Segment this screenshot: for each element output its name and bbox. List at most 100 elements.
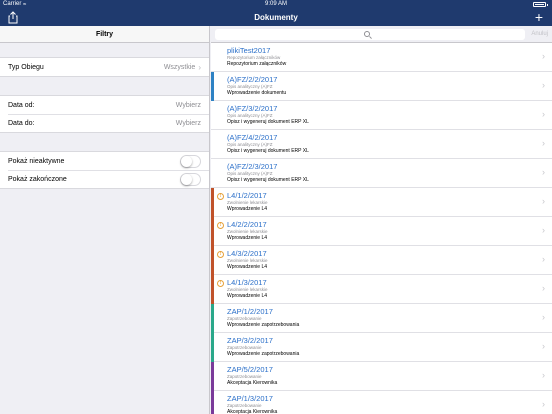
status-color-bar [211, 130, 214, 159]
document-code: L4/1/3/2017 [227, 278, 267, 287]
date-from-value[interactable]: Wybierz [176, 102, 201, 109]
chevron-right-icon: › [542, 370, 545, 380]
cancel-search-button[interactable]: Anuluj [531, 29, 548, 40]
documents-panel: Anuluj plikiTest2017 Repozytorium załączn… [211, 26, 552, 414]
document-list-item[interactable]: (A)FZ/4/2/2017 Opis analityczny (A)FZ Opis… [211, 130, 552, 159]
status-color-bar [211, 246, 214, 275]
show-completed-label: Pokaż zakończone [8, 175, 67, 183]
document-step: Wprowadzenie L4 [227, 293, 268, 299]
warning-icon: ! [217, 251, 224, 258]
document-step: Wprowadzenie L4 [227, 206, 268, 212]
search-icon [364, 31, 370, 37]
filters-header: Filtry [0, 26, 209, 43]
show-inactive-row: Pokaż nieaktywne [0, 152, 209, 170]
document-code: ZAP/5/2/2017 [227, 365, 273, 374]
chevron-right-icon: › [542, 254, 545, 264]
toggles-group: Pokaż nieaktywne Pokaż zakończone [0, 151, 209, 189]
status-bar: Carrier ≈ 9:09 AM [0, 0, 552, 9]
chevron-right-icon: › [542, 196, 545, 206]
document-list-item[interactable]: ZAP/3/2/2017 Zapotrzebowanie Wprowadzenie … [211, 333, 552, 362]
document-list-item[interactable]: ! L4/1/3/2017 Zwolnienie lekarskie Wprowadz… [211, 275, 552, 304]
chevron-right-icon: › [542, 225, 545, 235]
document-code: (A)FZ/3/2/2017 [227, 104, 278, 113]
show-completed-toggle[interactable] [180, 172, 201, 186]
document-step: Wprowadzenie zapotrzebowania [227, 322, 300, 328]
document-code: L4/1/2/2017 [227, 191, 267, 200]
status-color-bar [211, 391, 214, 414]
document-list-item[interactable]: ZAP/1/3/2017 Zapotrzebowanie Akceptacja Ki… [211, 391, 552, 414]
date-to-value[interactable]: Wybierz [176, 120, 201, 127]
document-code: L4/3/2/2017 [227, 249, 267, 258]
page-title: Dokumenty [254, 13, 298, 22]
document-list-item[interactable]: ! L4/1/2/2017 Zwolnienie lekarskie Wprowadz… [211, 188, 552, 217]
document-list-item[interactable]: (A)FZ/2/3/2017 Opis analityczny (A)FZ Opis… [211, 159, 552, 188]
flow-type-value: Wszystkie [163, 63, 196, 71]
document-code: ZAP/1/2/2017 [227, 307, 273, 316]
document-step: Wprowadzenie L4 [227, 235, 268, 241]
document-code: plikiTest2017 [227, 46, 271, 55]
chevron-right-icon: › [542, 399, 545, 409]
document-step: Wprowadzenie dokumentu [227, 90, 287, 96]
document-list-item[interactable]: plikiTest2017 Repozytorium załączników Rep… [211, 43, 552, 72]
document-code: ZAP/1/3/2017 [227, 394, 273, 403]
show-completed-row: Pokaż zakończone [0, 170, 209, 188]
status-color-bar [211, 362, 214, 391]
chevron-right-icon: › [542, 109, 545, 119]
status-color-bar [211, 101, 214, 130]
chevron-right-icon: › [542, 51, 545, 61]
document-step: Opisz i wygeneruj dokument ERP XL [227, 119, 309, 125]
date-to-label: Data do: [8, 119, 35, 127]
warning-icon: ! [217, 280, 224, 287]
filters-panel: Filtry Typ Obiegu Wszystkie › Data od: W… [0, 26, 210, 414]
navigation-bar: Carrier ≈ 9:09 AM Dokumenty + [0, 0, 552, 26]
flow-type-row[interactable]: Typ Obiegu Wszystkie › [0, 58, 209, 76]
chevron-right-icon: › [542, 80, 545, 90]
chevron-right-icon: › [542, 138, 545, 148]
chevron-right-icon: › [198, 62, 201, 72]
status-color-bar [211, 217, 214, 246]
show-inactive-toggle[interactable] [180, 154, 201, 168]
chevron-right-icon: › [542, 341, 545, 351]
battery-icon [533, 2, 548, 7]
date-to-row[interactable]: Data do: Wybierz [0, 114, 209, 132]
document-list-item[interactable]: ZAP/5/2/2017 Zapotrzebowanie Akceptacja Ki… [211, 362, 552, 391]
document-step: Repozytorium załączników [227, 61, 287, 67]
document-step: Akceptacja Kierownika [227, 380, 278, 386]
document-step: Wprowadzenie zapotrzebowania [227, 351, 300, 357]
document-list-item[interactable]: ZAP/1/2/2017 Zapotrzebowanie Wprowadzenie … [211, 304, 552, 333]
document-code: ZAP/3/2/2017 [227, 336, 273, 345]
flow-type-label: Typ Obiegu [8, 63, 44, 71]
document-code: (A)FZ/4/2/2017 [227, 133, 278, 142]
document-step: Opisz i wygeneruj dokument ERP XL [227, 148, 309, 154]
status-color-bar [211, 43, 214, 72]
document-list-item[interactable]: ! L4/3/2/2017 Zwolnienie lekarskie Wprowadz… [211, 246, 552, 275]
status-color-bar [211, 159, 214, 188]
document-list-item[interactable]: (A)FZ/2/2/2017 Opis analityczny (A)FZ Wpro… [211, 72, 552, 101]
show-inactive-label: Pokaż nieaktywne [8, 157, 65, 165]
document-list-item[interactable]: (A)FZ/3/2/2017 Opis analityczny (A)FZ Opis… [211, 101, 552, 130]
chevron-right-icon: › [542, 283, 545, 293]
search-bar: Anuluj [211, 26, 552, 43]
date-from-row[interactable]: Data od: Wybierz [0, 96, 209, 114]
document-step: Wprowadzenie L4 [227, 264, 268, 270]
status-color-bar [211, 188, 214, 217]
flow-type-group: Typ Obiegu Wszystkie › [0, 57, 209, 77]
add-document-button[interactable]: + [532, 9, 546, 26]
warning-icon: ! [217, 222, 224, 229]
chevron-right-icon: › [542, 312, 545, 322]
status-color-bar [211, 333, 214, 362]
document-code: L4/2/2/2017 [227, 220, 267, 229]
document-step: Akceptacja Kierownika [227, 409, 278, 414]
date-from-label: Data od: [8, 101, 35, 109]
status-color-bar [211, 72, 214, 101]
warning-icon: ! [217, 193, 224, 200]
document-list-item[interactable]: ! L4/2/2/2017 Zwolnienie lekarskie Wprowadz… [211, 217, 552, 246]
document-code: (A)FZ/2/3/2017 [227, 162, 278, 171]
chevron-right-icon: › [542, 167, 545, 177]
documents-list: plikiTest2017 Repozytorium załączników Rep… [211, 43, 552, 414]
status-color-bar [211, 275, 214, 304]
status-color-bar [211, 304, 214, 333]
document-code: (A)FZ/2/2/2017 [227, 75, 278, 84]
document-step: Opisz i wygeneruj dokument ERP XL [227, 177, 309, 183]
clock: 9:09 AM [264, 1, 287, 7]
